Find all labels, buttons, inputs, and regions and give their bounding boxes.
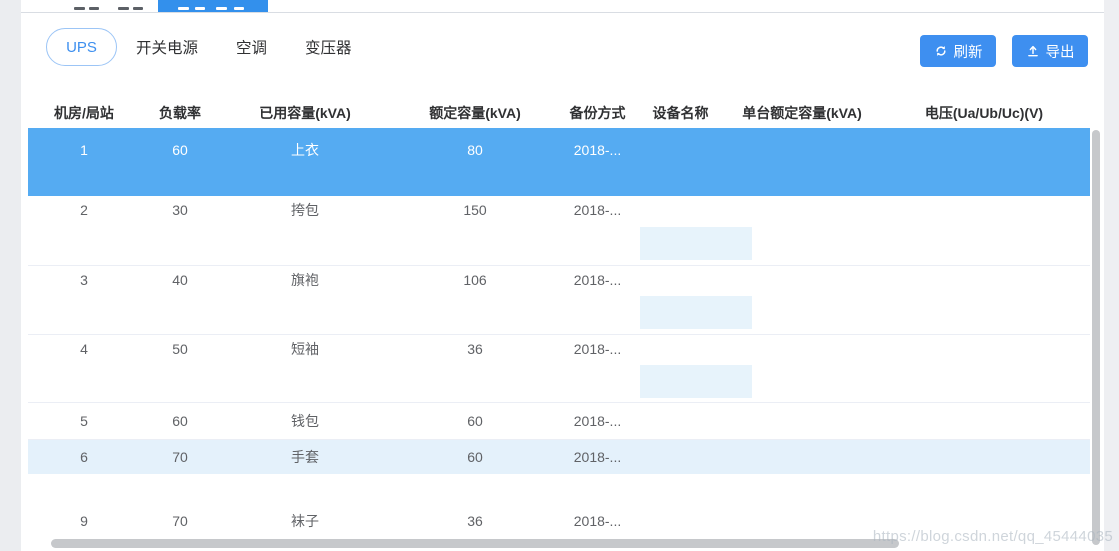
cell-load: 40 [172, 271, 188, 288]
filter-transformer[interactable]: 变压器 [305, 36, 352, 58]
cell-rated: 80 [467, 141, 483, 158]
table-body: 1 60 上衣 80 2018-... 2 30 挎包 150 2018-... 3 40 旗袍 106 2… [28, 128, 1090, 542]
nested-detail-placeholder [640, 227, 752, 260]
filter-air-conditioner[interactable]: 空调 [236, 36, 267, 58]
filter-ups-pill[interactable]: UPS [46, 28, 117, 66]
tab-label-fragment [234, 7, 244, 10]
cell-used: 挎包 [291, 202, 319, 218]
table-header-row: 机房/局站 负载率 已用容量(kVA) 额定容量(kVA) 备份方式 设备名称 单台额定容量… [28, 100, 1090, 126]
cell-backup: 2018-... [573, 202, 622, 218]
export-label: 导出 [1045, 44, 1075, 61]
filter-ups-label: UPS [66, 38, 97, 56]
cell-rated: 60 [467, 413, 483, 429]
tab-label-fragment [216, 7, 227, 10]
cell-backup: 2018-... [573, 413, 622, 429]
table-row[interactable]: 6 70 手套 60 2018-... [28, 440, 1090, 474]
refresh-label: 刷新 [953, 44, 983, 61]
content-panel: UPS 开关电源 空调 变压器 刷新 导出 机房/局站负载率 已用容量(kVA)… [21, 0, 1104, 551]
filter-switch-power[interactable]: 开关电源 [136, 36, 198, 58]
column-header: 设备名称 [652, 105, 709, 121]
horizontal-scrollbar-thumb[interactable] [51, 539, 899, 548]
column-header: 已用容量(kVA) [259, 105, 351, 121]
cell-load: 60 [172, 141, 188, 158]
table-row[interactable]: 3 40 旗袍 106 2018-... [28, 266, 1090, 335]
tab-label-fragment [133, 7, 143, 10]
export-button[interactable]: 导出 [1012, 35, 1088, 67]
column-header: 负载率 [159, 105, 201, 121]
column-header: 额定容量(kVA) [429, 105, 521, 121]
tab-label-fragment [178, 7, 189, 10]
tab-label-fragment [89, 7, 99, 10]
left-gutter [0, 0, 21, 551]
app-window: UPS 开关电源 空调 变压器 刷新 导出 机房/局站负载率 已用容量(kVA)… [0, 0, 1119, 551]
active-top-tab[interactable] [158, 0, 268, 12]
cell-station: 3 [80, 271, 88, 288]
cell-rated: 36 [467, 512, 483, 529]
tab-label-fragment [118, 7, 129, 10]
cell-station: 2 [80, 202, 88, 218]
cell-used: 旗袍 [291, 271, 319, 288]
cell-station: 4 [80, 340, 88, 357]
table-row[interactable]: 2 30 挎包 150 2018-... [28, 196, 1090, 266]
cell-used: 上衣 [291, 141, 319, 158]
cell-backup: 2018-... [573, 512, 622, 529]
refresh-button[interactable]: 刷新 [920, 35, 996, 67]
cell-rated: 150 [463, 202, 487, 218]
column-header: 电压(Ua/Ub/Uc)(V) [924, 105, 1044, 121]
cell-station: 9 [80, 512, 88, 529]
table-row[interactable]: 5 60 钱包 60 2018-... [28, 403, 1090, 440]
cell-used: 短袖 [291, 340, 319, 357]
cell-rated: 106 [463, 271, 487, 288]
top-tab-bar [21, 0, 1104, 13]
column-header: 单台额定容量(kVA) [742, 105, 862, 121]
table-row[interactable]: 4 50 短袖 36 2018-... [28, 335, 1090, 403]
refresh-icon [935, 46, 946, 56]
cell-used: 手套 [291, 449, 319, 465]
cell-load: 50 [172, 340, 188, 357]
cell-backup: 2018-... [573, 141, 622, 158]
cell-backup: 2018-... [573, 271, 622, 288]
cell-load: 60 [172, 413, 188, 429]
cell-rated: 60 [467, 449, 483, 465]
column-header: 备份方式 [569, 105, 626, 121]
watermark-text: https://blog.csdn.net/qq_45444035 [872, 528, 1113, 545]
vertical-scrollbar-thumb[interactable] [1092, 130, 1100, 545]
cell-used: 袜子 [291, 512, 319, 529]
cell-load: 70 [172, 512, 188, 529]
cell-used: 钱包 [291, 413, 319, 429]
column-header: 机房/局站 [54, 105, 114, 121]
upload-icon [1027, 45, 1038, 57]
table-row-spacer [28, 474, 1090, 507]
cell-rated: 36 [467, 340, 483, 357]
tab-label-fragment [195, 7, 205, 10]
cell-station: 1 [80, 141, 88, 158]
cell-load: 30 [172, 202, 188, 218]
table-row[interactable]: 1 60 上衣 80 2018-... [28, 128, 1090, 225]
cell-backup: 2018-... [573, 340, 622, 357]
tab-label-fragment [74, 7, 85, 10]
filter-group: 开关电源 空调 变压器 [136, 28, 352, 66]
cell-load: 70 [172, 449, 188, 465]
cell-backup: 2018-... [573, 449, 622, 465]
empty-detail-divider [645, 223, 757, 225]
right-gutter [1104, 0, 1119, 551]
cell-station: 6 [80, 449, 88, 465]
nested-detail-placeholder [640, 364, 752, 398]
nested-detail-placeholder [640, 296, 752, 330]
cell-station: 5 [80, 413, 88, 429]
